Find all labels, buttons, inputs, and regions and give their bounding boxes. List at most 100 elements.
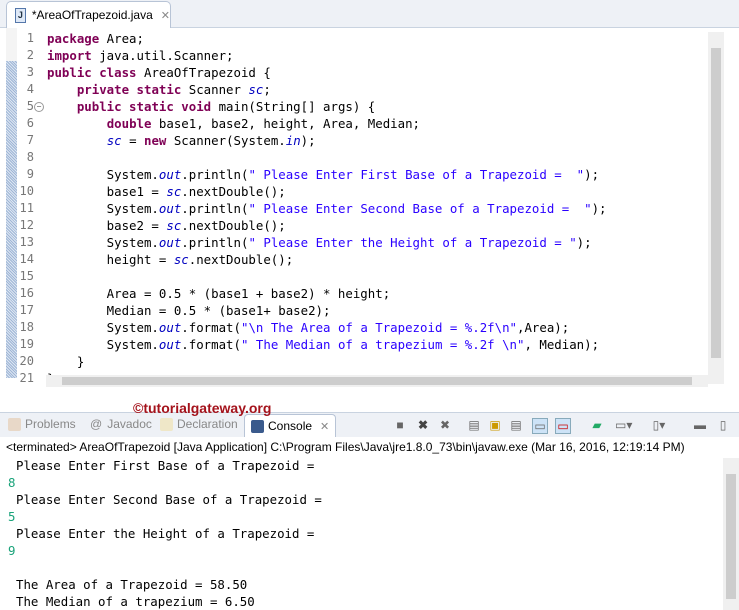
editor-tab-bar: J *AreaOfTrapezoid.java ✕ (0, 0, 739, 28)
line-number: 14 (19, 252, 34, 266)
console-input-line: 9 (8, 543, 16, 558)
code-token: .println( (181, 235, 249, 250)
code-token: System. (47, 337, 159, 352)
declaration-icon (160, 417, 173, 431)
code-token: .nextDouble(); (181, 184, 286, 199)
console-vertical-scrollbar[interactable] (723, 458, 739, 610)
code-token: Area = 0.5 * (base1 + base2) * height; (47, 286, 391, 301)
remove-launch-icon[interactable]: ✖ (416, 418, 430, 432)
close-icon[interactable]: ✕ (320, 420, 329, 433)
code-token: out (158, 235, 182, 250)
tab-console[interactable]: Console ✕ (244, 414, 337, 437)
editor-tab[interactable]: J *AreaOfTrapezoid.java ✕ (6, 1, 171, 28)
code-token: .format( (181, 320, 241, 335)
code-line: package Area; (47, 31, 144, 46)
tab-label: Console (268, 419, 313, 433)
problems-icon (8, 417, 21, 431)
code-token: out (158, 320, 182, 335)
console-icon (251, 419, 264, 433)
code-token: java.util.Scanner; (91, 48, 234, 63)
java-file-icon: J (15, 7, 26, 23)
console-output[interactable]: Please Enter First Base of a Trapezoid =… (0, 458, 723, 610)
editor-vertical-scrollbar[interactable] (708, 32, 724, 384)
word-wrap-icon[interactable]: ▤ (509, 418, 523, 432)
annotation-ruler (6, 28, 17, 378)
show-stdout-icon[interactable]: ▭ (532, 418, 548, 434)
code-token: out (158, 201, 182, 216)
line-number: 19 (19, 337, 34, 351)
code-token: Median = 0.5 * (base1+ base2); (47, 303, 331, 318)
code-token: sc (166, 184, 182, 199)
code-token: new (144, 133, 167, 148)
console-output-line: The Area of a Trapezoid = 58.50 (16, 577, 248, 592)
editor-horizontal-scrollbar[interactable] (46, 375, 708, 387)
scroll-lock-icon[interactable]: ▣ (488, 418, 502, 432)
code-line: Area = 0.5 * (base1 + base2) * height; (47, 286, 390, 301)
terminate-icon[interactable]: ■ (393, 418, 407, 432)
editor-tab-title: *AreaOfTrapezoid.java (31, 8, 153, 22)
remove-all-icon[interactable]: ✖ (438, 418, 452, 432)
code-token: ; (263, 82, 271, 97)
code-token: " Please Enter Second Base of a Trapezoi… (248, 201, 592, 216)
code-token: ); (584, 167, 600, 182)
code-token: System. (47, 320, 159, 335)
watermark: ©tutorialgateway.org (133, 400, 272, 416)
code-editor[interactable]: 1 package Area; 2 import java.util.Scanner;… (0, 28, 739, 388)
code-line: System.out.println(" Please Enter Second… (47, 201, 607, 216)
line-number: 16 (19, 286, 34, 300)
line-number: 4 (26, 82, 34, 96)
tab-problems[interactable]: Problems (8, 417, 76, 431)
code-line: import java.util.Scanner; (47, 48, 234, 63)
code-line: System.out.format("\n The Area of a Trap… (47, 320, 570, 335)
code-token: .println( (181, 167, 249, 182)
line-number: 5 (26, 99, 34, 113)
tab-declaration[interactable]: Declaration (160, 417, 238, 431)
code-token: sc (173, 252, 189, 267)
close-icon[interactable]: ✕ (161, 9, 170, 22)
open-console-icon[interactable]: ▯▾ (652, 418, 666, 432)
code-line: System.out.println(" Please Enter First … (47, 167, 599, 182)
display-console-icon[interactable]: ▭▾ (615, 418, 632, 432)
code-line: sc = new Scanner(System.in); (47, 133, 316, 148)
code-token: sc (106, 133, 122, 148)
tab-label: Declaration (177, 417, 238, 431)
code-token: .format( (181, 337, 241, 352)
line-number: 20 (19, 354, 34, 368)
code-token: out (158, 337, 182, 352)
line-number: 6 (26, 116, 34, 130)
code-token: double (106, 116, 152, 131)
pin-console-icon[interactable]: ▰ (590, 418, 604, 432)
clear-console-icon[interactable]: ▤ (467, 418, 481, 432)
code-token: ); (591, 201, 607, 216)
code-token: ); (300, 133, 316, 148)
code-line: private static Scanner sc; (47, 82, 271, 97)
code-token: " The Median of a trapezium = %.2f \n" (240, 337, 525, 352)
console-output-line: Please Enter Second Base of a Trapezoid … (16, 492, 322, 507)
console-output-line: Please Enter First Base of a Trapezoid = (16, 458, 315, 473)
code-token: main(String[] args) { (211, 99, 376, 114)
code-token: Area; (99, 31, 144, 46)
console-output-line: The Median of a trapezium = 6.50 (16, 594, 255, 609)
tab-label: Javadoc (107, 417, 152, 431)
code-line: height = sc.nextDouble(); (47, 252, 294, 267)
show-stderr-icon[interactable]: ▭ (555, 418, 571, 434)
line-number: 18 (19, 320, 34, 334)
line-number: 7 (26, 133, 34, 147)
code-token: Scanner(System. (166, 133, 286, 148)
tab-javadoc[interactable]: @ Javadoc (90, 417, 152, 431)
line-number: 3 (26, 65, 34, 79)
maximize-icon[interactable]: ▯ (716, 418, 730, 432)
console-input-line: 5 (8, 509, 16, 524)
code-token: ,Area); (517, 320, 570, 335)
code-token: .println( (181, 201, 249, 216)
console-tab-bar: Problems @ Javadoc Declaration Console ✕ ■… (0, 412, 739, 437)
fold-icon[interactable]: − (34, 102, 44, 112)
code-token: ); (576, 235, 592, 250)
console-input-line: 8 (8, 475, 16, 490)
code-line: double base1, base2, height, Area, Media… (47, 116, 420, 131)
minimize-icon[interactable]: ▬ (693, 418, 707, 432)
